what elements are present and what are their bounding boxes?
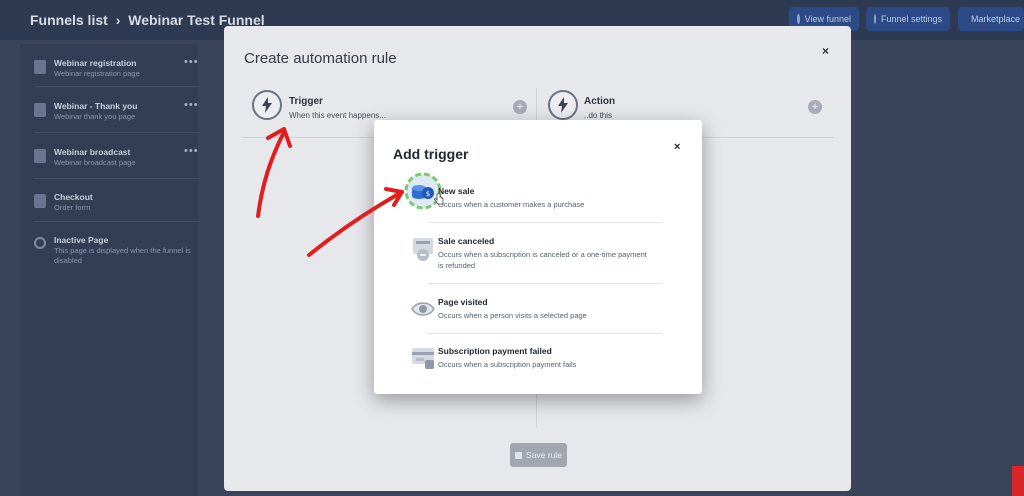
add-action-button[interactable]: + <box>808 100 822 114</box>
modal-title: Create automation rule <box>244 50 397 67</box>
save-icon <box>515 451 523 459</box>
sidebar-item-subtitle: Webinar broadcast page <box>54 158 136 167</box>
sidebar-item-title: Webinar - Thank you <box>54 101 138 111</box>
gear-icon <box>874 14 876 24</box>
divider <box>34 221 204 222</box>
funnel-settings-button[interactable]: Funnel settings <box>866 7 950 31</box>
refund-icon <box>413 238 433 261</box>
trigger-option-description: Occurs when a subscription is canceled o… <box>438 250 647 270</box>
more-options-icon[interactable]: ••• <box>184 56 199 68</box>
svg-text:$: $ <box>426 190 430 198</box>
cart-icon <box>34 194 46 208</box>
sidebar-item-subtitle: Order form <box>54 203 91 212</box>
circle-icon <box>34 237 46 249</box>
sidebar-item-subtitle: Webinar thank you page <box>54 112 136 121</box>
trigger-option-description: Occurs when a customer makes a purchase <box>438 200 585 209</box>
trigger-option-description: Occurs when a subscription payment fails <box>438 360 577 369</box>
more-options-icon[interactable]: ••• <box>184 99 199 111</box>
sidebar-item-title: Webinar broadcast <box>54 147 131 157</box>
trigger-option-description: Occurs when a person visits a selected p… <box>438 311 587 320</box>
divider <box>34 86 204 87</box>
divider <box>428 333 662 334</box>
trigger-option-title: Sale canceled <box>438 236 495 246</box>
divider <box>428 222 662 223</box>
modal-title: Add trigger <box>393 146 469 162</box>
hand-cursor-icon <box>434 193 444 205</box>
lightning-icon <box>548 90 578 120</box>
view-funnel-label: View funnel <box>804 14 851 24</box>
sidebar-item-subtitle: This page is displayed when the funnel i… <box>54 246 191 265</box>
trigger-subtitle: When this event happens... <box>289 111 386 120</box>
divider <box>34 132 204 133</box>
sidebar-item-title: Inactive Page <box>54 235 109 245</box>
save-rule-label: Save rule <box>526 450 562 460</box>
divider <box>34 178 204 179</box>
divider <box>428 283 662 284</box>
add-trigger-button[interactable]: + <box>513 100 527 114</box>
page-icon <box>34 60 46 74</box>
failed-payment-icon <box>412 348 434 369</box>
breadcrumb-separator: › <box>115 12 121 28</box>
lightning-icon <box>252 90 282 120</box>
page-icon <box>34 103 46 117</box>
funnel-settings-label: Funnel settings <box>880 14 942 24</box>
sidebar-item-subtitle: Webinar registration page <box>54 69 140 78</box>
more-options-icon[interactable]: ••• <box>184 145 199 157</box>
trigger-label: Trigger <box>289 96 323 107</box>
add-trigger-modal: Add trigger × $ New sale Occurs when a c… <box>374 120 702 394</box>
sidebar-item-title: Checkout <box>54 192 93 202</box>
eye-icon <box>411 302 435 316</box>
breadcrumb-funnels-list[interactable]: Funnels list <box>30 12 108 28</box>
video-overlay-badge <box>1012 466 1024 496</box>
trigger-option-title: Subscription payment failed <box>438 346 552 356</box>
save-rule-button[interactable]: Save rule <box>510 443 567 467</box>
action-subtitle: ..do this <box>584 111 613 120</box>
marketplace-label: Marketplace <box>971 14 1021 24</box>
sidebar-item-title: Webinar registration <box>54 58 137 68</box>
eye-icon <box>797 14 800 24</box>
trigger-option-title: Page visited <box>438 297 488 307</box>
page-icon <box>34 149 46 163</box>
close-icon[interactable]: × <box>674 141 680 153</box>
action-label: Action <box>584 96 616 107</box>
marketplace-button[interactable]: Marketplace <box>958 7 1024 31</box>
close-icon[interactable]: × <box>822 44 829 58</box>
funnel-steps-sidebar: Webinar registration Webinar registratio… <box>20 44 204 496</box>
